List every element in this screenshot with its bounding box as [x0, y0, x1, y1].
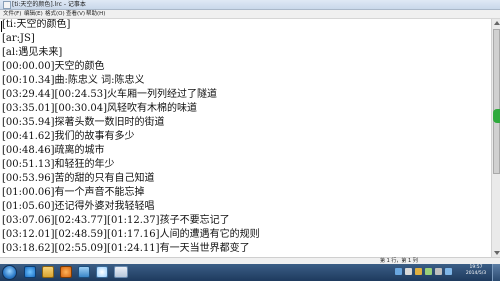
menu-view[interactable]: 查看(V) [66, 10, 85, 18]
text-line: [ti:天空的颜色] [2, 19, 71, 30]
vertical-scrollbar[interactable] [491, 19, 500, 257]
scrollbar-thumb[interactable] [493, 29, 500, 174]
side-widget-tab[interactable] [493, 109, 500, 123]
folder-icon[interactable] [42, 266, 54, 278]
text-line: [00:48.46]疏离的城市 [2, 145, 105, 156]
network-icon[interactable] [395, 268, 402, 275]
text-line: [ar:JS] [2, 33, 35, 44]
start-orb-icon[interactable] [2, 265, 17, 280]
clock[interactable]: 19:57 2014/5/3 [462, 265, 490, 277]
menu-bar: 文件(F) 编辑(E) 格式(O) 查看(V) 帮助(H) [0, 10, 500, 19]
flag-icon[interactable] [435, 268, 442, 275]
tray-app-icon[interactable] [415, 268, 422, 275]
text-line: [03:12.01][02:48.59][01:17.16]人间的遭遇有它的规则 [2, 229, 260, 240]
title-bar[interactable]: [ti:天空的颜色].lrc - 记事本 [0, 0, 500, 10]
menu-format[interactable]: 格式(O) [45, 10, 65, 18]
notepad-task-icon[interactable] [114, 266, 128, 278]
qq-icon[interactable] [96, 266, 108, 278]
text-line: [00:41.62]我们的故事有多少 [2, 131, 135, 142]
volume-icon[interactable] [405, 268, 412, 275]
clock-date: 2014/5/3 [465, 271, 487, 276]
text-line: [01:00.06]有一个声音不能忘掉 [2, 187, 145, 198]
text-line: [00:10.34]曲:陈忠义 词:陈忠义 [2, 75, 145, 86]
text-line: [00:53.96]苦的甜的只有自己知道 [2, 173, 155, 184]
menu-file[interactable]: 文件(F) [3, 10, 21, 18]
menu-edit[interactable]: 编辑(E) [24, 10, 43, 18]
notepad-icon [3, 1, 11, 9]
tray-app-icon[interactable] [445, 268, 452, 275]
text-line: [03:29.44][00:24.53]火车厢一列列经过了隧道 [2, 89, 218, 100]
scroll-down-arrow-icon[interactable] [494, 251, 500, 255]
text-line: [03:07.06][02:43.77][01:12.37]孩子不要忘记了 [2, 215, 230, 226]
show-desktop-button[interactable] [492, 264, 500, 281]
menu-help[interactable]: 帮助(H) [86, 10, 105, 18]
text-line: [00:35.94]探著头数一数旧时的街道 [2, 117, 165, 128]
text-line: [al:遇见未来] [2, 47, 63, 58]
tray-app-icon[interactable] [425, 268, 432, 275]
text-line: [03:35.01][00:30.04]风轻吹有木棉的味道 [2, 103, 198, 114]
text-line: [00:00.00]天空的颜色 [2, 61, 105, 72]
window-title: [ti:天空的颜色].lrc - 记事本 [12, 1, 86, 8]
text-line: [01:05.60]还记得外婆对我轻轻唱 [2, 201, 155, 212]
app-icon[interactable] [78, 266, 90, 278]
taskbar: 19:57 2014/5/3 [0, 264, 500, 281]
ie-icon[interactable] [24, 266, 36, 278]
text-line: [03:18.62][02:55.09][01:24.11]有一天当世界都变了 [2, 243, 250, 254]
text-editor[interactable]: [ti:天空的颜色] [ar:JS] [al:遇见未来] [00:00.00]天… [0, 19, 491, 257]
text-line: [00:51.13]和轻狂的年少 [2, 159, 115, 170]
media-player-icon[interactable] [60, 266, 72, 278]
scroll-up-arrow-icon[interactable] [494, 21, 500, 25]
